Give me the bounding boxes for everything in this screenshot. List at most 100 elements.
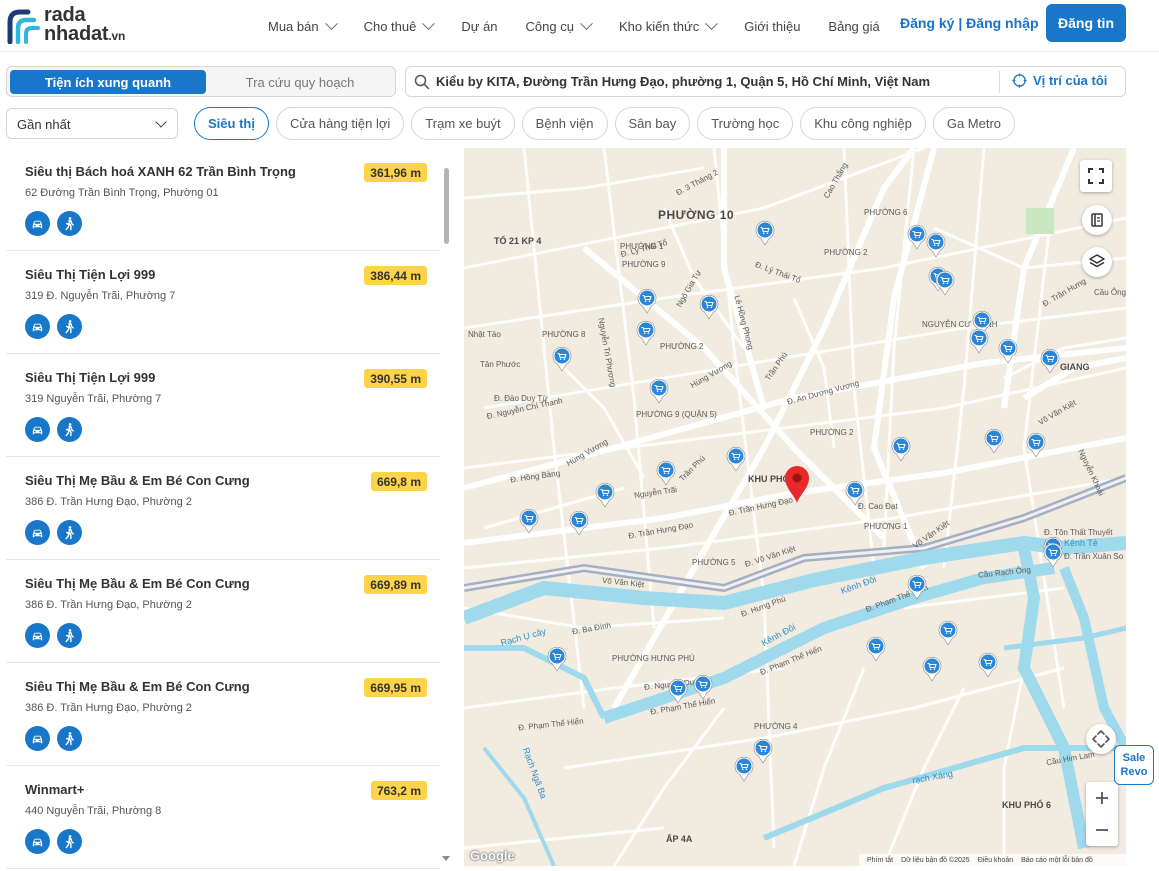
chip-ga-metro[interactable]: Ga Metro: [932, 107, 1016, 140]
supermarket-pin-icon[interactable]: [648, 378, 670, 404]
supermarket-pin-icon[interactable]: [937, 620, 959, 646]
car-route-button[interactable]: [25, 623, 50, 648]
supermarket-pin-icon[interactable]: [1042, 542, 1064, 568]
nav-cho-thue[interactable]: Cho thuê: [364, 16, 436, 34]
auth-links: Đăng ký | Đăng nhập: [900, 15, 1039, 31]
supermarket-pin-icon[interactable]: [733, 756, 755, 782]
supermarket-pin-icon[interactable]: [865, 636, 887, 662]
walk-route-button[interactable]: [57, 829, 82, 854]
nav-mua-ban[interactable]: Mua bán: [268, 16, 338, 34]
my-location-button[interactable]: Vị trí của tôi: [1012, 73, 1107, 88]
results-list: Siêu thị Bách hoá XANH 62 Trần Bình Trọn…: [6, 148, 456, 871]
supermarket-pin-icon[interactable]: [635, 320, 657, 346]
nav-gioi-thieu[interactable]: Giới thiệu: [744, 19, 800, 34]
report-error-link[interactable]: Báo cáo một lỗi bản đồ: [1021, 857, 1093, 864]
address-search[interactable]: Kiểu by KITA, Đường Trần Hưng Đạo, phườn…: [405, 66, 1126, 97]
item-name: Siêu Thị Tiện Lợi 999: [25, 267, 156, 282]
supermarket-pin-icon[interactable]: [934, 270, 956, 296]
list-item[interactable]: Winmart+ 440 Nguyễn Trãi, Phường 8 763,2…: [6, 766, 440, 869]
car-route-button[interactable]: [25, 520, 50, 545]
nav-cong-cu[interactable]: Công cụ: [526, 16, 593, 34]
scroll-down-arrow-icon[interactable]: [442, 856, 450, 861]
walk-route-button[interactable]: [57, 623, 82, 648]
nav-kho-kien-thuc[interactable]: Kho kiến thức: [619, 16, 719, 34]
chip-truong-hoc[interactable]: Trường học: [697, 107, 794, 140]
supermarket-pin-icon[interactable]: [925, 232, 947, 258]
car-route-button[interactable]: [25, 314, 50, 339]
supermarket-pin-icon[interactable]: [906, 574, 928, 600]
car-route-button[interactable]: [25, 417, 50, 442]
chip-khu-cong-nghiep[interactable]: Khu công nghiệp: [800, 107, 926, 140]
supermarket-pin-icon[interactable]: [968, 328, 990, 354]
car-route-button[interactable]: [25, 829, 50, 854]
supermarket-pin-icon[interactable]: [546, 646, 568, 672]
list-item[interactable]: Siêu Thị Tiện Lợi 999 319 Nguyễn Trãi, P…: [6, 354, 440, 457]
list-scrollbar[interactable]: [442, 148, 450, 871]
map-view[interactable]: PHƯỜNG 10 TỔ 21 KP 4 PHƯỜNG 9 PHƯỜNG 9 (…: [464, 148, 1126, 866]
supermarket-pin-icon[interactable]: [725, 446, 747, 472]
selected-location-pin-icon[interactable]: [782, 464, 812, 504]
supermarket-pin-icon[interactable]: [1039, 348, 1061, 374]
walk-route-button[interactable]: [57, 726, 82, 751]
logo[interactable]: rada nhadat.vn: [6, 5, 156, 46]
fullscreen-button[interactable]: [1080, 160, 1112, 192]
list-item[interactable]: Siêu Thị Mẹ Bầu & Em Bé Con Cưng 386 Đ. …: [6, 560, 440, 663]
sale-revo-badge[interactable]: Sale Revo: [1114, 745, 1154, 785]
scrollbar-thumb[interactable]: [444, 168, 449, 244]
supermarket-pin-icon[interactable]: [752, 738, 774, 764]
chevron-down-icon: [705, 16, 719, 30]
terms-link[interactable]: Điều khoản: [978, 857, 1013, 864]
walk-route-button[interactable]: [57, 211, 82, 236]
chip-tram-xe-buyt[interactable]: Trạm xe buýt: [411, 107, 515, 140]
car-route-button[interactable]: [25, 211, 50, 236]
supermarket-pin-icon[interactable]: [568, 510, 590, 536]
tab-tien-ich[interactable]: Tiện ích xung quanh: [10, 70, 206, 94]
nav-du-an[interactable]: Dự án: [461, 19, 497, 34]
supermarket-pin-icon[interactable]: [754, 220, 776, 246]
supermarket-pin-icon[interactable]: [518, 508, 540, 534]
list-item[interactable]: Siêu thị Bách hoá XANH 62 Trần Bình Trọn…: [6, 148, 440, 251]
supermarket-pin-icon[interactable]: [692, 674, 714, 700]
search-input[interactable]: Kiểu by KITA, Đường Trần Hưng Đạo, phườn…: [436, 74, 930, 89]
supermarket-pin-icon[interactable]: [655, 460, 677, 486]
item-name: Siêu Thị Mẹ Bầu & Em Bé Con Cưng: [25, 576, 250, 591]
layers-button[interactable]: [1082, 247, 1112, 277]
walk-route-button[interactable]: [57, 520, 82, 545]
legend-button[interactable]: [1082, 205, 1112, 235]
zoom-out-button[interactable]: [1086, 814, 1118, 846]
list-item[interactable]: Siêu Thị Tiện Lợi 999 319 Đ. Nguyễn Trãi…: [6, 251, 440, 354]
road-label: Cầu Ông: [1094, 288, 1126, 297]
supermarket-pin-icon[interactable]: [698, 294, 720, 320]
supermarket-pin-icon[interactable]: [890, 436, 912, 462]
supermarket-pin-icon[interactable]: [551, 346, 573, 372]
car-icon: [32, 838, 43, 847]
supermarket-pin-icon[interactable]: [594, 482, 616, 508]
pan-control[interactable]: [1086, 724, 1116, 754]
chip-cua-hang-tien-loi[interactable]: Cửa hàng tiện lợi: [275, 107, 405, 140]
supermarket-pin-icon[interactable]: [636, 288, 658, 314]
post-listing-button[interactable]: Đăng tin: [1046, 4, 1126, 42]
car-icon: [32, 220, 43, 229]
walk-route-button[interactable]: [57, 314, 82, 339]
walk-route-button[interactable]: [57, 417, 82, 442]
login-link[interactable]: Đăng nhập: [966, 15, 1038, 31]
list-item[interactable]: Siêu Thị Mẹ Bầu & Em Bé Con Cưng 386 Đ. …: [6, 457, 440, 560]
keyboard-shortcuts-link[interactable]: Phím tắt: [867, 857, 893, 864]
chip-benh-vien[interactable]: Bệnh viện: [521, 107, 608, 140]
chip-san-bay[interactable]: Sân bay: [614, 107, 691, 140]
list-item[interactable]: Siêu Thị Mẹ Bầu & Em Bé Con Cưng 386 Đ. …: [6, 663, 440, 766]
car-route-button[interactable]: [25, 726, 50, 751]
register-link[interactable]: Đăng ký: [900, 15, 954, 31]
chip-sieu-thi[interactable]: Siêu thị: [194, 107, 269, 140]
supermarket-pin-icon[interactable]: [983, 428, 1005, 454]
supermarket-pin-icon[interactable]: [977, 652, 999, 678]
supermarket-pin-icon[interactable]: [921, 656, 943, 682]
tab-tra-cuu-quy-hoach[interactable]: Tra cứu quy hoạch: [207, 70, 393, 94]
supermarket-pin-icon[interactable]: [844, 480, 866, 506]
sort-select[interactable]: Gần nhất: [6, 108, 178, 139]
nav-bang-gia[interactable]: Bảng giá: [828, 19, 879, 34]
supermarket-pin-icon[interactable]: [997, 338, 1019, 364]
supermarket-pin-icon[interactable]: [667, 678, 689, 704]
zoom-in-button[interactable]: [1086, 782, 1118, 814]
supermarket-pin-icon[interactable]: [1025, 432, 1047, 458]
